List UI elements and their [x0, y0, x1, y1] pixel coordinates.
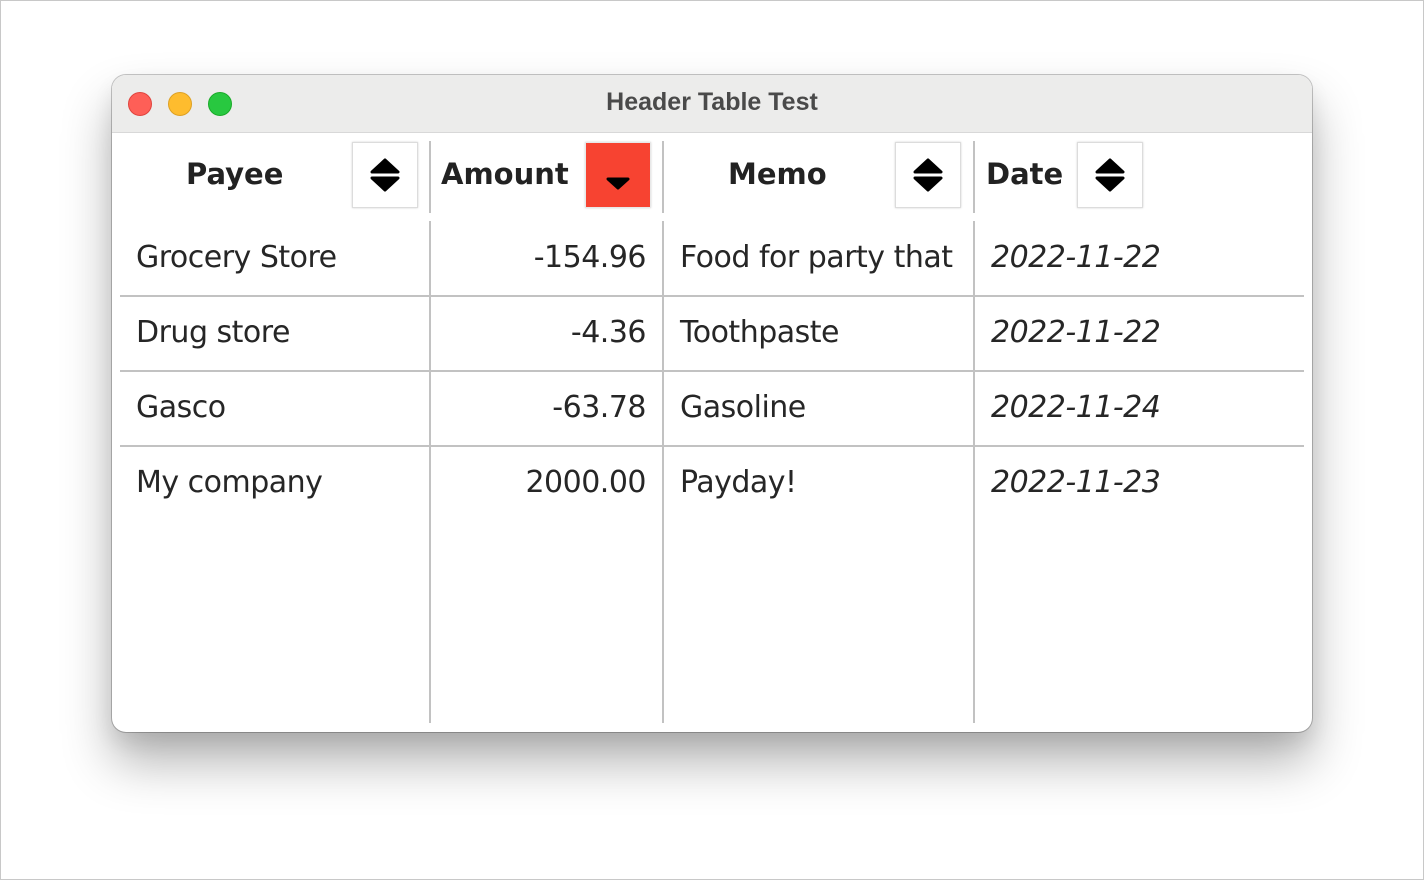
sort-date-button[interactable]	[1077, 142, 1143, 208]
date-cell[interactable]: 2022-11-24	[991, 390, 1161, 425]
title-bar: Header Table Test	[112, 75, 1312, 133]
column-header-payee: Payee	[120, 133, 430, 213]
memo-cell[interactable]: Toothpaste	[680, 315, 840, 350]
sort-both-icon	[913, 158, 943, 192]
date-cell[interactable]: 2022-11-22	[991, 315, 1161, 350]
payee-cell[interactable]: Grocery Store	[136, 240, 337, 275]
column-header-label: Payee	[186, 157, 284, 191]
payee-cell[interactable]: Drug store	[136, 315, 290, 350]
column-header-amount: Amount	[431, 133, 662, 213]
amount-cell[interactable]: -63.78	[431, 390, 646, 425]
column-header-label: Amount	[441, 157, 569, 191]
amount-cell[interactable]: -154.96	[431, 240, 647, 275]
payee-cell[interactable]: My company	[136, 465, 323, 500]
row-divider	[120, 295, 1304, 297]
amount-cell[interactable]: 2000.00	[431, 465, 646, 500]
window-title: Header Table Test	[606, 88, 818, 116]
memo-cell[interactable]: Gasoline	[680, 390, 806, 425]
sort-both-icon	[1095, 158, 1125, 192]
sort-both-icon	[370, 158, 400, 192]
row-divider	[120, 445, 1304, 447]
date-cell[interactable]: 2022-11-23	[991, 465, 1161, 500]
column-header-label: Memo	[728, 157, 827, 191]
transactions-table: Payee Amount Memo Date Grocery Store -15…	[112, 133, 1312, 732]
column-header-memo: Memo	[664, 133, 973, 213]
column-header-date: Date	[975, 133, 1304, 213]
sort-memo-button[interactable]	[895, 142, 961, 208]
memo-cell[interactable]: Payday!	[680, 465, 797, 500]
column-header-label: Date	[986, 157, 1064, 191]
sort-amount-button[interactable]	[585, 142, 651, 208]
date-cell[interactable]: 2022-11-22	[991, 240, 1161, 275]
sort-payee-button[interactable]	[352, 142, 418, 208]
memo-cell[interactable]: Food for party that	[680, 240, 953, 275]
payee-cell[interactable]: Gasco	[136, 390, 226, 425]
row-divider	[120, 370, 1304, 372]
sort-descending-icon	[606, 177, 630, 190]
app-window: Header Table Test Payee Amount Memo Date…	[112, 75, 1312, 732]
amount-cell[interactable]: -4.36	[431, 315, 647, 350]
